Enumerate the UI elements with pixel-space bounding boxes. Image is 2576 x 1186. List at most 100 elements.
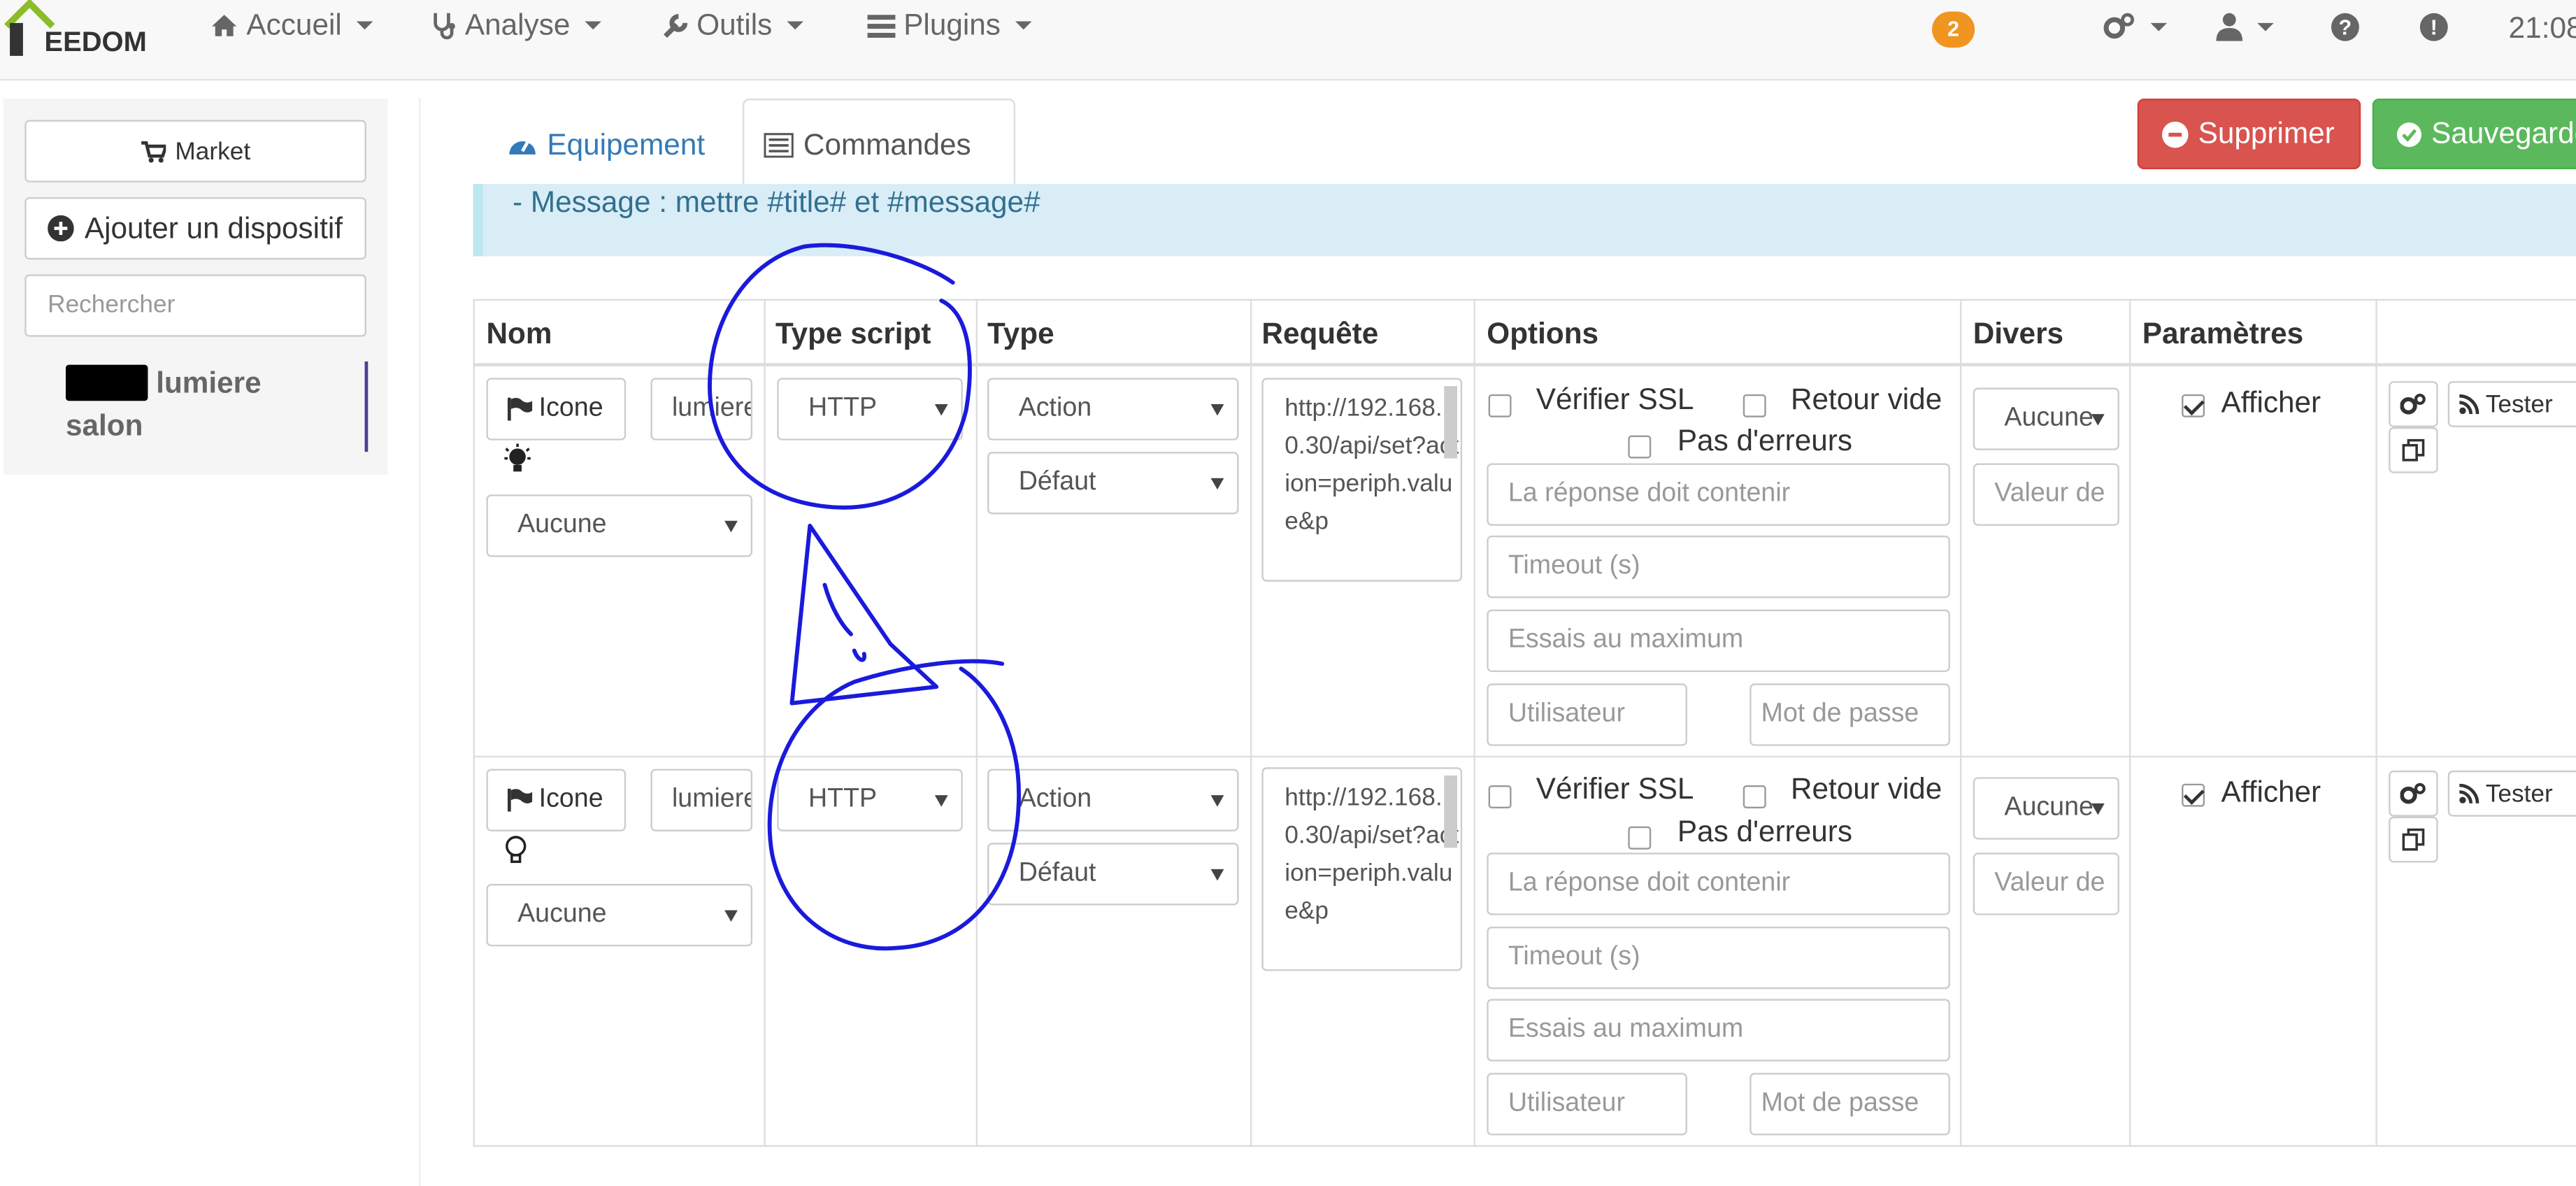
request-textarea[interactable]: http://192.168.0.30/api/set?action=perip… (1261, 767, 1463, 971)
header-nom: Nom (486, 317, 552, 350)
type-select[interactable]: Action (987, 769, 1239, 831)
subtype-select[interactable]: Défaut (987, 843, 1239, 906)
jeedom-logo[interactable]: EEDOM (0, 0, 156, 66)
row-divider (473, 755, 2576, 758)
username-input[interactable]: Utilisateur (1487, 1073, 1687, 1136)
request-textarea[interactable]: http://192.168.0.30/api/set?action=perip… (1261, 378, 1463, 582)
script-type-select[interactable]: HTTP (777, 769, 963, 831)
copy-icon (2402, 828, 2425, 851)
command-name-input[interactable]: lumiere (650, 769, 753, 831)
response-contains-input[interactable]: La réponse doit contenir (1487, 852, 1950, 915)
max-retries-input[interactable]: Essais au maximum (1487, 999, 1950, 1062)
delete-button[interactable]: Supprimer (2137, 98, 2361, 169)
no-errors-label: Pas d'erreurs (1677, 424, 1853, 457)
show-checkbox[interactable] (2182, 783, 2205, 807)
show-label: Afficher (2221, 386, 2321, 420)
no-errors-checkbox[interactable] (1628, 435, 1652, 459)
nav-accueil[interactable]: Accueil (210, 8, 373, 43)
timeout-input[interactable]: Timeout (s) (1487, 927, 1950, 989)
icon-picker-button[interactable]: Icone (486, 378, 627, 441)
add-device-button[interactable]: Ajouter un dispositif (24, 197, 366, 260)
rss-icon (2459, 783, 2480, 803)
max-retries-input[interactable]: Essais au maximum (1487, 609, 1950, 672)
empty-return-checkbox[interactable] (1743, 785, 1766, 808)
response-contains-input[interactable]: La réponse doit contenir (1487, 463, 1950, 526)
verify-ssl-checkbox[interactable] (1488, 394, 1512, 417)
no-errors-checkbox[interactable] (1628, 826, 1652, 850)
timeout-input[interactable]: Timeout (s) (1487, 535, 1950, 599)
misc-value-input[interactable]: Valeur de (1973, 852, 2119, 915)
test-button[interactable]: Tester (2447, 381, 2576, 427)
col-divider (2375, 299, 2377, 1147)
tab-commandes[interactable]: Commandes (742, 98, 1015, 191)
chevron-down-icon (2257, 22, 2274, 31)
plus-circle-icon (48, 215, 75, 242)
icon-picker-button[interactable]: Icone (486, 769, 627, 831)
empty-return-checkbox[interactable] (1743, 394, 1766, 417)
password-input[interactable]: Mot de passe (1749, 1073, 1950, 1136)
save-button[interactable]: Sauvegarder (2372, 98, 2576, 169)
misc-value-input[interactable]: Valeur de (1973, 463, 2119, 526)
textarea-scrollbar[interactable] (1444, 775, 1458, 848)
misc-select[interactable]: Aucune (1973, 387, 2119, 450)
nav-analyse[interactable]: Analyse (432, 8, 602, 43)
shopping-cart-icon (141, 140, 166, 162)
verify-ssl-label: Vérifier SSL (1536, 772, 1694, 806)
cogs-icon (2400, 393, 2426, 415)
no-errors-label: Pas d'erreurs (1677, 815, 1853, 848)
nav-accueil-label: Accueil (246, 8, 342, 41)
add-device-label: Ajouter un dispositif (84, 210, 343, 244)
market-button[interactable]: Market (24, 120, 366, 183)
check-circle-icon (2396, 121, 2421, 147)
icon-button-label: Icone (538, 785, 603, 814)
top-navbar: EEDOM Accueil Analyse Outils Plugins 2 ?… (0, 0, 2576, 81)
save-label: Sauvegarder (2431, 116, 2576, 150)
misc-select[interactable]: Aucune (1973, 777, 2119, 840)
settings-menu[interactable] (2103, 11, 2167, 41)
nav-plugins[interactable]: Plugins (867, 8, 1032, 43)
show-checkbox[interactable] (2182, 394, 2205, 417)
type-value: Action (1018, 394, 1092, 422)
rss-icon (2459, 394, 2480, 415)
visibility-select[interactable]: Aucune (486, 494, 753, 557)
header-requete: Requête (1261, 317, 1379, 350)
tasks-icon (867, 13, 896, 37)
verify-ssl-checkbox[interactable] (1488, 785, 1512, 808)
device-list-item[interactable]: lumiere salon (65, 361, 368, 452)
nav-outils[interactable]: Outils (662, 8, 803, 43)
user-icon (2216, 13, 2243, 41)
header-parametres: Paramètres (2142, 317, 2304, 350)
type-select[interactable]: Action (987, 378, 1239, 441)
duplicate-button[interactable] (2389, 816, 2438, 863)
search-input[interactable]: Rechercher (24, 274, 366, 337)
textarea-scrollbar[interactable] (1444, 386, 1458, 459)
col-divider (764, 299, 766, 1147)
visibility-select[interactable]: Aucune (486, 884, 753, 947)
nav-plugins-label: Plugins (903, 8, 1001, 41)
tab-equipement[interactable]: Equipement (488, 99, 725, 191)
visibility-select-value: Aucune (517, 900, 607, 929)
flag-icon (507, 788, 533, 812)
command-name-input[interactable]: lumiere (650, 378, 753, 441)
subtype-value: Défaut (1018, 468, 1096, 496)
stethoscope-icon (434, 13, 455, 40)
tachometer-icon (509, 138, 536, 155)
password-input[interactable]: Mot de passe (1749, 683, 1950, 746)
header-options: Options (1487, 317, 1599, 350)
duplicate-button[interactable] (2389, 427, 2438, 473)
user-menu[interactable] (2216, 11, 2274, 41)
script-type-value: HTTP (808, 785, 878, 814)
advanced-config-button[interactable] (2389, 381, 2438, 427)
username-input[interactable]: Utilisateur (1487, 683, 1687, 746)
script-type-select[interactable]: HTTP (777, 378, 963, 441)
test-button[interactable]: Tester (2447, 770, 2576, 817)
alert-icon[interactable]: ! (2419, 13, 2448, 41)
advanced-config-button[interactable] (2389, 770, 2438, 817)
help-icon[interactable]: ? (2331, 13, 2359, 41)
subtype-value: Défaut (1018, 859, 1096, 887)
subtype-select[interactable]: Défaut (987, 452, 1239, 515)
icon-button-label: Icone (538, 394, 603, 422)
cogs-icon (2103, 13, 2135, 39)
alert-text: - Message : mettre #title# et #message# (513, 185, 1040, 219)
notification-badge[interactable]: 2 (1932, 11, 1975, 48)
